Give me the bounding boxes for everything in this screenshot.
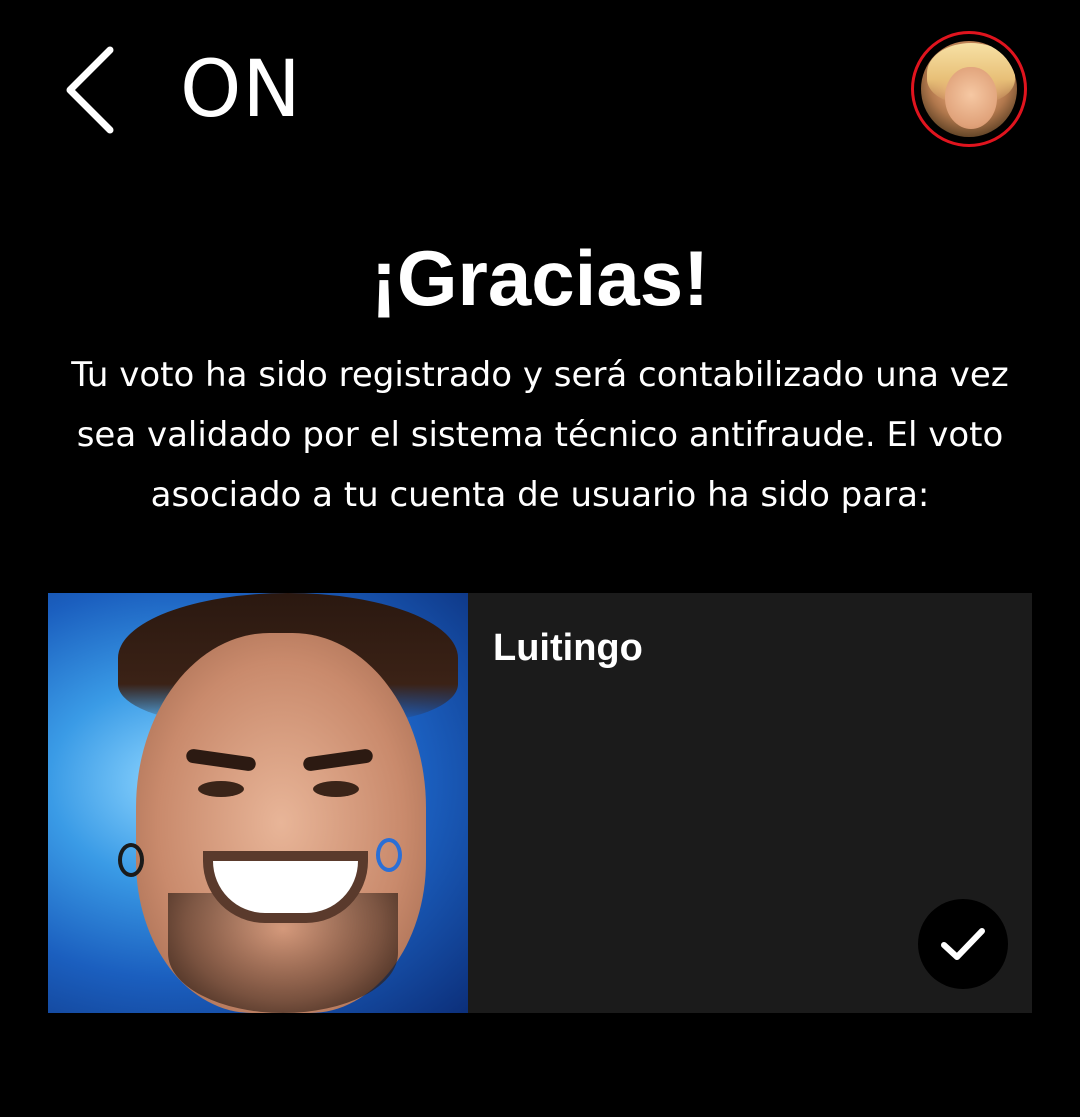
selected-badge — [918, 899, 1008, 989]
photo-right-earring — [376, 838, 402, 872]
avatar-face — [945, 67, 997, 129]
photo-left-eye — [198, 781, 244, 797]
photo-right-eye — [313, 781, 359, 797]
candidate-photo — [48, 593, 468, 1013]
photo-left-earring — [118, 843, 144, 877]
top-bar: ON — [0, 0, 1080, 180]
profile-avatar-button[interactable] — [911, 31, 1027, 147]
avatar — [921, 41, 1017, 137]
checkmark-icon — [941, 928, 985, 960]
vote-confirmation-message: Tu voto ha sido registrado y será contab… — [71, 355, 1009, 515]
thank-you-heading: ¡Gracias! — [370, 234, 710, 322]
candidate-name: Luitingo — [493, 627, 643, 669]
page-title: ON — [180, 45, 302, 135]
back-button[interactable] — [52, 40, 132, 140]
voted-candidate-card: Luitingo — [48, 593, 1032, 1013]
chevron-left-icon — [66, 46, 114, 134]
